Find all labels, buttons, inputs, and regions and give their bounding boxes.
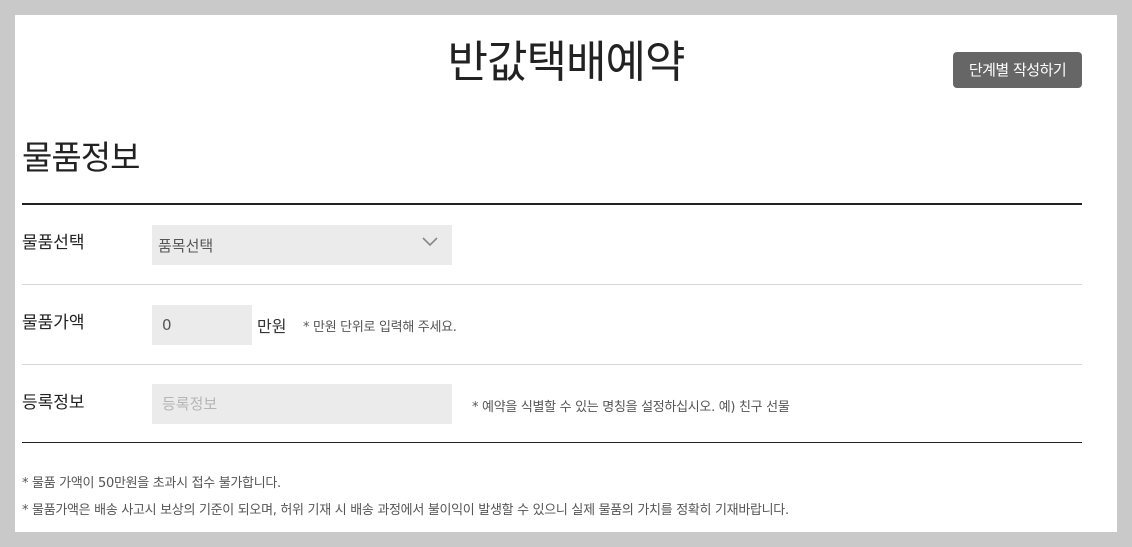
price-hint: * 만원 단위로 입력해 주세요. bbox=[303, 320, 457, 335]
section-divider-top bbox=[22, 203, 1082, 205]
section-divider-bottom bbox=[22, 442, 1082, 443]
note-price-basis: * 물품가액은 배송 사고시 보상의 기준이 되오며, 허위 기재 시 배송 과… bbox=[22, 503, 789, 518]
registration-input[interactable] bbox=[152, 384, 452, 424]
item-price-label: 물품가액 bbox=[22, 313, 85, 333]
page-title: 반값택배예약 bbox=[447, 37, 686, 88]
section-title: 물품정보 bbox=[22, 138, 140, 177]
item-category-select[interactable]: 품목선택 bbox=[152, 225, 452, 265]
note-price-limit: * 물품 가액이 50만원을 초과시 접수 불가합니다. bbox=[22, 476, 281, 491]
item-category-selected-value: 품목선택 bbox=[158, 236, 214, 255]
row-divider bbox=[22, 364, 1082, 365]
registration-hint: * 예약을 식별할 수 있는 명칭을 설정하십시오. 예) 친구 선물 bbox=[472, 400, 790, 415]
item-select-label: 물품선택 bbox=[22, 233, 85, 253]
row-divider bbox=[22, 284, 1082, 285]
reservation-panel: 반값택배예약 단계별 작성하기 물품정보 물품선택 품목선택 물품가액 만원 *… bbox=[15, 15, 1117, 532]
price-unit-label: 만원 bbox=[257, 317, 287, 336]
item-price-input[interactable] bbox=[152, 305, 252, 345]
registration-label: 등록정보 bbox=[22, 393, 85, 413]
chevron-down-icon bbox=[422, 237, 438, 247]
step-by-step-button[interactable]: 단계별 작성하기 bbox=[953, 52, 1082, 88]
